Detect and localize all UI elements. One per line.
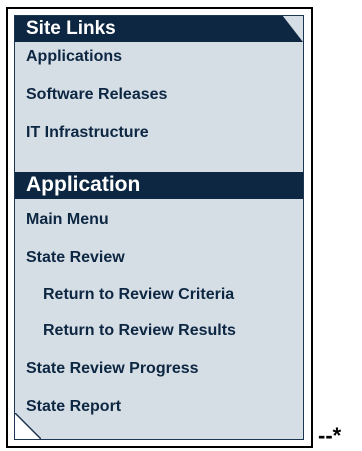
nav-link-return-to-review-results[interactable]: Return to Review Results [43, 322, 236, 340]
site-links-title: Site Links [26, 18, 116, 39]
nav-link-software-releases[interactable]: Software Releases [26, 86, 167, 104]
nav-link-state-review[interactable]: State Review [26, 249, 125, 267]
nav-link-return-to-review-criteria[interactable]: Return to Review Criteria [43, 286, 234, 304]
callout-marker: --* [318, 423, 342, 448]
nav-link-main-menu[interactable]: Main Menu [26, 211, 109, 229]
nav-link-state-review-progress[interactable]: State Review Progress [26, 360, 199, 378]
panel-corner-line [15, 413, 41, 439]
navigation-panel: Site Links Applications Software Release… [14, 15, 304, 440]
application-header: Application [15, 172, 303, 199]
nav-link-it-infrastructure[interactable]: IT Infrastructure [26, 124, 149, 142]
screenshot-frame: Site Links Applications Software Release… [6, 7, 313, 448]
nav-link-applications[interactable]: Applications [26, 48, 122, 66]
application-title: Application [26, 173, 141, 196]
site-links-header: Site Links [15, 16, 303, 42]
